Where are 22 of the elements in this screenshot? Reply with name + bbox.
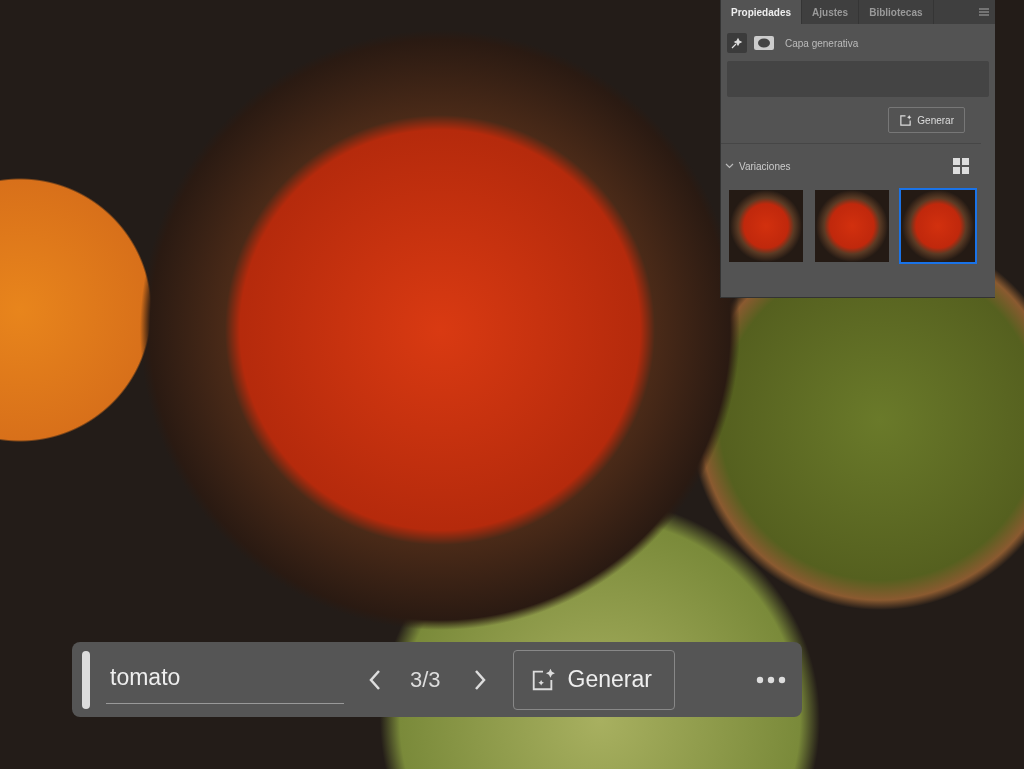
grid-icon[interactable] xyxy=(953,158,969,174)
variation-thumbnail[interactable] xyxy=(727,188,805,264)
prompt-field[interactable]: tomato xyxy=(106,655,344,704)
panel-tab[interactable]: Ajustes xyxy=(802,0,860,24)
previous-icon[interactable] xyxy=(368,668,382,691)
sparkle-icon xyxy=(727,33,747,53)
variation-counter: 3/3 xyxy=(410,666,441,693)
more-icon[interactable] xyxy=(756,675,786,684)
mask-icon xyxy=(753,35,775,51)
chevron-icon[interactable] xyxy=(725,163,734,169)
variation-thumbnail[interactable] xyxy=(813,188,891,264)
variations-title: Variaciones xyxy=(739,160,791,172)
generate-button[interactable]: Generar xyxy=(512,649,675,710)
panel-tab[interactable]: Bibliotecas xyxy=(859,0,934,24)
menu-icon[interactable] xyxy=(979,8,989,16)
panel-tab[interactable]: Propiedades xyxy=(721,0,803,24)
drag-handle[interactable] xyxy=(82,650,90,709)
layer-type-label: Capa generativa xyxy=(785,37,859,49)
variation-thumbnail[interactable] xyxy=(899,188,977,264)
next-icon[interactable] xyxy=(472,668,487,691)
generate-button[interactable]: Generar xyxy=(888,107,965,133)
generate-icon xyxy=(899,113,913,127)
